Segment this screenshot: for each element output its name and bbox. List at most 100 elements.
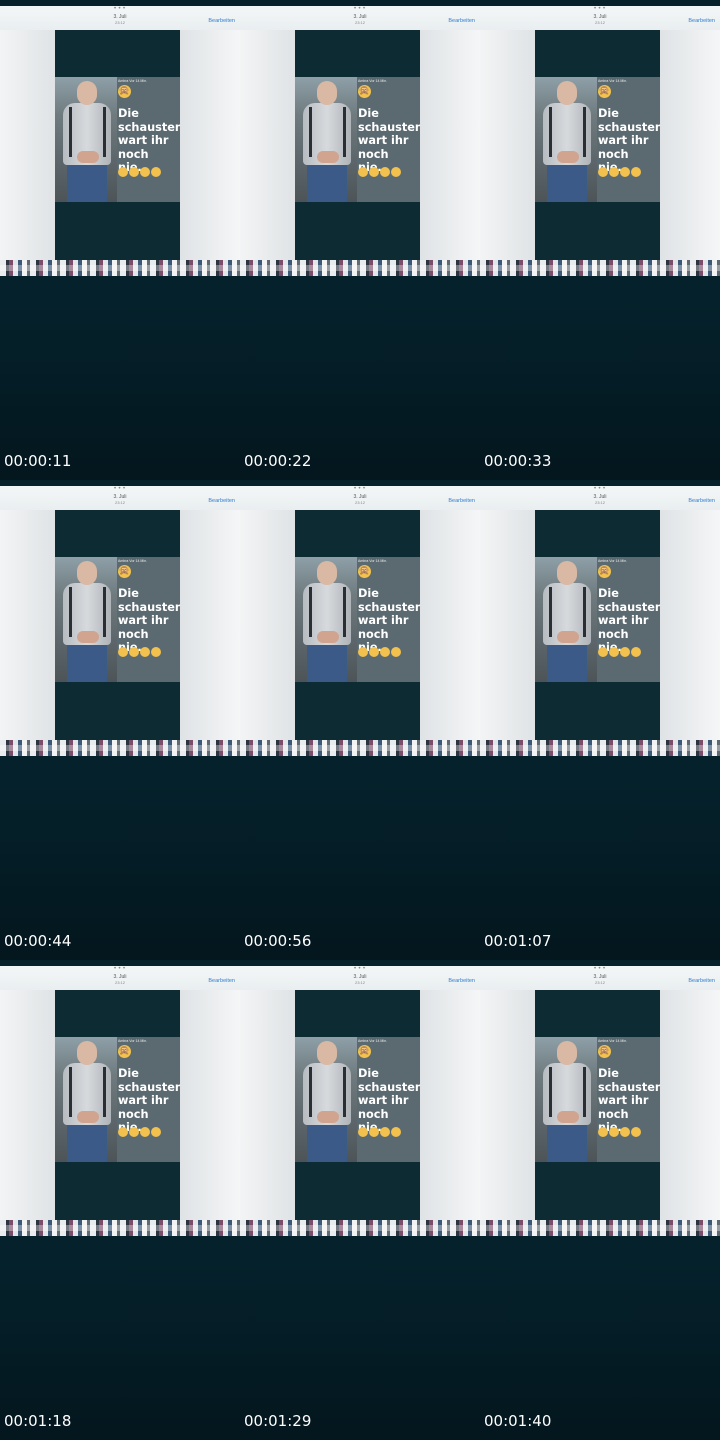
laughing-emoji-icon bbox=[631, 1127, 641, 1137]
more-dots-icon[interactable]: ••• bbox=[240, 486, 480, 492]
monkey-emoji-icon: 🙊 bbox=[598, 1045, 611, 1058]
person-hands bbox=[77, 631, 99, 643]
laughing-emoji-row bbox=[358, 1122, 420, 1137]
story-photo bbox=[535, 1037, 597, 1162]
thumbnail-strip[interactable] bbox=[480, 260, 720, 276]
laughing-emoji-icon bbox=[129, 647, 139, 657]
person-head bbox=[557, 561, 577, 585]
story-preview[interactable]: Ambra Vor 14 Min. 🙊 Die schausten wart i… bbox=[535, 1037, 660, 1162]
shirt-stripe bbox=[549, 587, 552, 637]
edit-button[interactable]: Bearbeiten bbox=[448, 978, 475, 984]
person-jeans bbox=[307, 1125, 347, 1162]
laughing-emoji-icon bbox=[380, 647, 390, 657]
more-dots-icon[interactable]: ••• bbox=[480, 486, 720, 492]
more-dots-icon[interactable]: ••• bbox=[0, 966, 240, 972]
person-jeans bbox=[67, 165, 107, 202]
thumbnail-strip[interactable] bbox=[240, 740, 480, 756]
person-hands bbox=[557, 1111, 579, 1123]
story-preview[interactable]: Ambra Vor 14 Min. 🙊 Die schausten wart i… bbox=[55, 77, 180, 202]
person-jeans bbox=[547, 165, 587, 202]
story-preview[interactable]: Ambra Vor 14 Min. 🙊 Die schausten wart i… bbox=[535, 557, 660, 682]
story-preview[interactable]: Ambra Vor 14 Min. 🙊 Die schausten wart i… bbox=[295, 77, 420, 202]
person-jeans bbox=[307, 165, 347, 202]
left-margin bbox=[480, 990, 535, 1220]
story-username: Ambra bbox=[598, 79, 609, 83]
edit-button[interactable]: Bearbeiten bbox=[688, 18, 715, 24]
edit-button[interactable]: Bearbeiten bbox=[208, 978, 235, 984]
edit-button[interactable]: Bearbeiten bbox=[688, 498, 715, 504]
shirt-stripe bbox=[343, 107, 346, 157]
laughing-emoji-row bbox=[118, 1122, 180, 1137]
more-dots-icon[interactable]: ••• bbox=[0, 486, 240, 492]
laughing-emoji-icon bbox=[118, 647, 128, 657]
thumbnail-strip[interactable] bbox=[0, 260, 240, 276]
right-margin bbox=[420, 510, 480, 740]
top-bar: ••• 3. Juli 23:12 Bearbeiten bbox=[480, 966, 720, 990]
story-preview[interactable]: Ambra Vor 14 Min. 🙊 Die schausten wart i… bbox=[295, 1037, 420, 1162]
left-margin bbox=[0, 510, 55, 740]
laughing-emoji-icon bbox=[620, 167, 630, 177]
monkey-emoji-icon: 🙊 bbox=[358, 1045, 371, 1058]
thumbnail-strip[interactable] bbox=[240, 1220, 480, 1236]
more-dots-icon[interactable]: ••• bbox=[0, 6, 240, 12]
thumbnail-strip[interactable] bbox=[0, 740, 240, 756]
person-hands bbox=[317, 631, 339, 643]
video-frame: ••• 3. Juli 23:12 Bearbeiten Ambra Vor 1… bbox=[0, 960, 240, 1440]
edit-button[interactable]: Bearbeiten bbox=[448, 498, 475, 504]
laughing-emoji-icon bbox=[598, 167, 608, 177]
thumbnail-strip[interactable] bbox=[0, 1220, 240, 1236]
story-username: Ambra bbox=[118, 79, 129, 83]
time-label: 23:12 bbox=[354, 500, 365, 505]
frame-timestamp: 00:00:11 bbox=[4, 452, 72, 470]
story-preview[interactable]: Ambra Vor 14 Min. 🙊 Die schausten wart i… bbox=[55, 1037, 180, 1162]
more-dots-icon[interactable]: ••• bbox=[480, 6, 720, 12]
top-bar: ••• 3. Juli 23:12 Bearbeiten bbox=[0, 966, 240, 990]
edit-button[interactable]: Bearbeiten bbox=[208, 498, 235, 504]
video-frame: ••• 3. Juli 23:12 Bearbeiten Ambra Vor 1… bbox=[240, 480, 480, 960]
laughing-emoji-icon bbox=[151, 647, 161, 657]
right-margin bbox=[420, 30, 480, 260]
story-preview[interactable]: Ambra Vor 14 Min. 🙊 Die schausten wart i… bbox=[55, 557, 180, 682]
shirt-stripe bbox=[103, 107, 106, 157]
person-jeans bbox=[547, 1125, 587, 1162]
more-dots-icon[interactable]: ••• bbox=[240, 966, 480, 972]
shirt-stripe bbox=[103, 1067, 106, 1117]
more-dots-icon[interactable]: ••• bbox=[240, 6, 480, 12]
video-frame: ••• 3. Juli 23:12 Bearbeiten Ambra Vor 1… bbox=[480, 0, 720, 480]
frame-timestamp: 00:01:29 bbox=[244, 1412, 312, 1430]
thumbnail-strip[interactable] bbox=[480, 740, 720, 756]
laughing-emoji-icon bbox=[620, 1127, 630, 1137]
thumbnail-strip[interactable] bbox=[240, 260, 480, 276]
person-head bbox=[77, 561, 97, 585]
story-user: Ambra Vor 14 Min. bbox=[598, 559, 627, 563]
story-meta: Vor 14 Min. bbox=[609, 1039, 628, 1043]
shirt-stripe bbox=[69, 1067, 72, 1117]
top-bar: ••• 3. Juli 23:12 Bearbeiten bbox=[480, 6, 720, 30]
edit-button[interactable]: Bearbeiten bbox=[448, 18, 475, 24]
story-preview[interactable]: Ambra Vor 14 Min. 🙊 Die schausten wart i… bbox=[535, 77, 660, 202]
left-margin bbox=[0, 990, 55, 1220]
phone-screen: Ambra Vor 14 Min. 🙊 Die schausten wart i… bbox=[295, 990, 420, 1220]
story-photo bbox=[535, 77, 597, 202]
person-head bbox=[317, 81, 337, 105]
video-frame: ••• 3. Juli 23:12 Bearbeiten Ambra Vor 1… bbox=[480, 960, 720, 1440]
more-dots-icon[interactable]: ••• bbox=[480, 966, 720, 972]
shirt-stripe bbox=[103, 587, 106, 637]
laughing-emoji-icon bbox=[151, 1127, 161, 1137]
thumbnail-strip[interactable] bbox=[480, 1220, 720, 1236]
story-meta: Vor 14 Min. bbox=[129, 559, 148, 563]
frame-timestamp: 00:00:33 bbox=[484, 452, 552, 470]
story-username: Ambra bbox=[598, 559, 609, 563]
laughing-emoji-icon bbox=[631, 647, 641, 657]
frame-timestamp: 00:00:44 bbox=[4, 932, 72, 950]
story-preview[interactable]: Ambra Vor 14 Min. 🙊 Die schausten wart i… bbox=[295, 557, 420, 682]
laughing-emoji-row bbox=[358, 642, 420, 657]
laughing-emoji-icon bbox=[369, 647, 379, 657]
story-username: Ambra bbox=[358, 79, 369, 83]
edit-button[interactable]: Bearbeiten bbox=[208, 18, 235, 24]
laughing-emoji-icon bbox=[118, 167, 128, 177]
left-margin bbox=[480, 30, 535, 260]
edit-button[interactable]: Bearbeiten bbox=[688, 978, 715, 984]
laughing-emoji-icon bbox=[391, 647, 401, 657]
story-username: Ambra bbox=[358, 559, 369, 563]
